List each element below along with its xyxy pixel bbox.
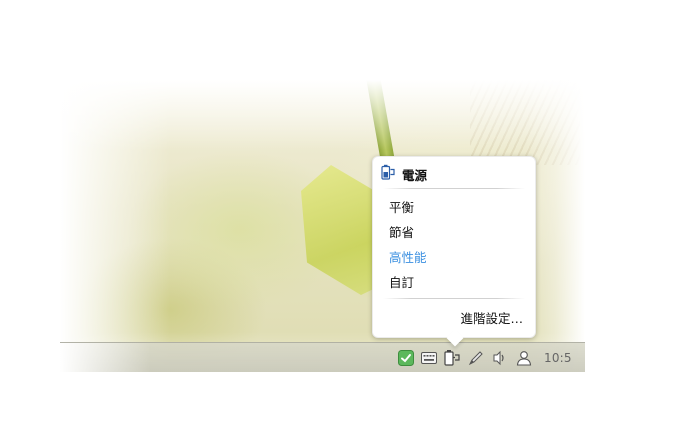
power-menu-header: 電源 xyxy=(381,164,428,184)
taskbar: 10:5 xyxy=(60,342,585,372)
divider xyxy=(383,298,525,299)
checkmark-icon[interactable] xyxy=(397,349,415,367)
keyboard-icon[interactable] xyxy=(420,349,438,367)
wallpaper-fade-top xyxy=(60,80,585,150)
mode-balanced[interactable]: 平衡 xyxy=(389,197,414,216)
mode-custom[interactable]: 自訂 xyxy=(389,272,414,291)
divider xyxy=(383,188,525,189)
clock[interactable]: 10:5 xyxy=(544,351,572,365)
mode-high-performance[interactable]: 高性能 xyxy=(389,247,427,266)
power-menu-title: 電源 xyxy=(402,167,428,183)
volume-icon[interactable] xyxy=(490,349,508,367)
power-menu: 電源 平衡 節省 高性能 自訂 進階設定… xyxy=(372,156,536,347)
battery-icon xyxy=(381,164,395,184)
user-icon[interactable] xyxy=(515,349,533,367)
pen-icon[interactable] xyxy=(467,349,485,367)
mode-power-saver[interactable]: 節省 xyxy=(389,222,414,241)
advanced-settings-link[interactable]: 進階設定… xyxy=(460,308,523,327)
taskbar-fade xyxy=(60,343,150,372)
power-icon[interactable] xyxy=(443,349,461,367)
